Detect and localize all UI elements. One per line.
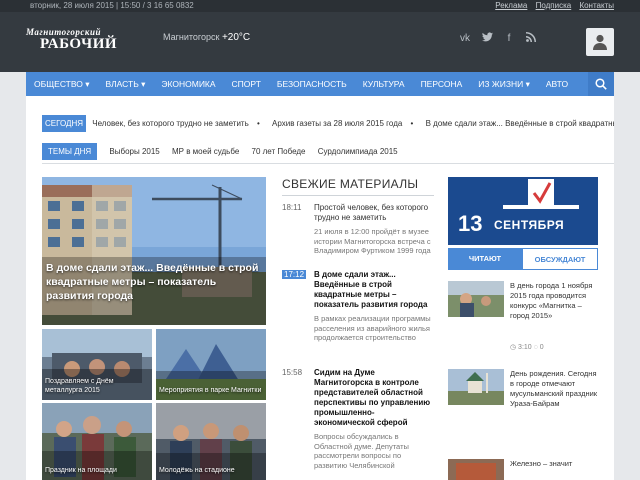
nav-item-persona[interactable]: ПЕРСОНА [413, 79, 471, 89]
nav-item-economy[interactable]: ЭКОНОМИКА [153, 79, 223, 89]
page: вторник, 28 июля 2015 | 15:50 / 3 16 65 … [0, 0, 640, 480]
rss-icon[interactable] [524, 32, 538, 46]
current-date: вторник, 28 июля 2015 | 15:50 / 3 16 65 … [30, 1, 194, 10]
feed-item[interactable]: 17:12 В доме сдали этаж... Введённые в с… [282, 270, 434, 362]
feed-title: СВЕЖИЕ МАТЕРИАЛЫ [282, 177, 419, 191]
feed-item-title[interactable]: Сидим на Думе Магнитогорска в контроле п… [314, 368, 432, 428]
nav-item-auto[interactable]: АВТО [538, 79, 576, 89]
nav-item-power[interactable]: ВЛАСТЬ ▾ [98, 79, 154, 90]
logo-line-2: РАБОЧИЙ [40, 36, 118, 52]
top-link-subscribe[interactable]: Подписка [536, 1, 572, 10]
top-link-contacts[interactable]: Контакты [579, 1, 614, 10]
banner-day: 13 [458, 211, 483, 236]
sidebar-news-item[interactable]: День рождения. Сегодня в городе отмечают… [448, 369, 598, 439]
thumb-story[interactable]: Молодёжь на стадионе [156, 403, 266, 480]
sidebar-news-text[interactable]: День рождения. Сегодня в городе отмечают… [510, 369, 598, 409]
thumb-caption[interactable]: Поздравляем с Днём металлурга 2015 [45, 377, 149, 395]
news-ticker: СЕГОДНЯ Человек, без которого трудно не … [42, 115, 614, 132]
main-nav: ОБЩЕСТВО ▾ ВЛАСТЬ ▾ ЭКОНОМИКА СПОРТ БЕЗО… [26, 72, 614, 96]
thumb-story[interactable]: Праздник на площади [42, 403, 152, 480]
twitter-icon[interactable] [480, 32, 494, 46]
weather-widget: Магнитогорск +20°C [163, 32, 250, 43]
ticker-item[interactable]: В доме сдали этаж... Введённые в строй к… [426, 119, 614, 128]
topic-link[interactable]: 70 лет Победе [252, 147, 306, 156]
tab-discussing[interactable]: ОБСУЖДАЮТ [522, 248, 598, 270]
nav-item-society[interactable]: ОБЩЕСТВО ▾ [26, 79, 98, 90]
lead-caption[interactable]: В доме сдали этаж... Введённые в строй к… [46, 261, 262, 303]
lead-story[interactable]: В доме сдали этаж... Введённые в строй к… [42, 177, 266, 325]
sidebar-tabs: ЧИТАЮТ ОБСУЖДАЮТ [448, 248, 598, 270]
sidebar-news-image [448, 459, 504, 480]
nav-item-security[interactable]: БЕЗОПАСНОСТЬ [269, 79, 355, 89]
top-strip: вторник, 28 июля 2015 | 15:50 / 3 16 65 … [0, 0, 640, 12]
sidebar-news-meta: ◷ 3:10 ◌ 0 [510, 344, 544, 351]
feed-item-desc: Вопросы обсуждались в Областной думе. Де… [314, 432, 409, 470]
social-links: vk f [458, 32, 538, 46]
thumb-story[interactable]: Поздравляем с Днём металлурга 2015 [42, 329, 152, 400]
ticker-item[interactable]: Архив газеты за 28 июля 2015 года [272, 119, 402, 128]
sidebar-news-text[interactable]: Железно – значит [510, 459, 598, 469]
election-banner[interactable]: 13 СЕНТЯБРЯ [448, 177, 598, 245]
feed-item-time: 17:12 [282, 270, 306, 279]
topic-link[interactable]: Выборы 2015 [109, 147, 159, 156]
site-header: Магнитогорский РАБОЧИЙ Магнитогорск +20°… [0, 12, 640, 72]
feed-item[interactable]: 18:11 Простой человек, без которого труд… [282, 203, 434, 263]
sidebar-news-image [448, 369, 504, 405]
feed-item[interactable]: 15:58 Сидим на Думе Магнитогорска в конт… [282, 368, 434, 480]
feed-item-desc: В рамках реализации программы расселения… [314, 314, 431, 342]
facebook-icon[interactable]: f [502, 32, 516, 46]
tab-reading[interactable]: ЧИТАЮТ [448, 248, 522, 270]
feed-item-time: 18:11 [282, 203, 302, 212]
feed-item-time: 15:58 [282, 368, 303, 377]
weather-temp: +20°C [221, 32, 251, 43]
search-icon [595, 78, 607, 90]
search-button[interactable] [588, 72, 614, 96]
feed-item-desc: 21 июля в 12:00 пройдёт в музее истории … [314, 227, 431, 255]
site-logo[interactable]: Магнитогорский РАБОЧИЙ [26, 28, 117, 52]
feed-item-title[interactable]: Простой человек, без которого трудно не … [314, 203, 432, 223]
thumb-caption[interactable]: Праздник на площади [45, 466, 149, 475]
thumb-caption[interactable]: Молодёжь на стадионе [159, 466, 263, 475]
top-links: Реклама Подписка Контакты [489, 0, 614, 12]
divider [42, 163, 614, 164]
thumb-caption[interactable]: Мероприятия в парке Магнитки [159, 386, 263, 395]
thumb-story[interactable]: Мероприятия в парке Магнитки [156, 329, 266, 400]
nav-item-culture[interactable]: КУЛЬТУРА [355, 79, 413, 89]
feed-item-title[interactable]: В доме сдали этаж... Введённые в строй к… [314, 270, 432, 310]
nav-item-life[interactable]: ИЗ ЖИЗНИ ▾ [470, 79, 538, 90]
topics-label: ТЕМЫ ДНЯ [42, 143, 98, 160]
sidebar-news-item[interactable]: В день города 1 ноября 2015 года проводи… [448, 281, 598, 361]
sidebar-news-item[interactable]: Железно – значит [448, 459, 598, 480]
vk-icon[interactable]: vk [458, 32, 472, 46]
nav-item-sport[interactable]: СПОРТ [224, 79, 269, 89]
banner-month: СЕНТЯБРЯ [494, 218, 565, 232]
ticker-label: СЕГОДНЯ [42, 115, 87, 132]
sidebar-news-text[interactable]: В день города 1 ноября 2015 года проводи… [510, 281, 598, 321]
weather-city: Магнитогорск [163, 32, 220, 42]
sidebar-news-image [448, 281, 504, 317]
topic-link[interactable]: Сурдолимпиада 2015 [318, 147, 398, 156]
user-icon[interactable] [586, 28, 614, 56]
feed-divider [282, 195, 434, 196]
ticker-item[interactable]: Человек, без которого трудно не заметить [92, 119, 249, 128]
topic-link[interactable]: МР в моей судьбе [172, 147, 239, 156]
top-link-ads[interactable]: Реклама [495, 1, 527, 10]
topics-bar: ТЕМЫ ДНЯ Выборы 2015 МР в моей судьбе 70… [42, 143, 614, 160]
